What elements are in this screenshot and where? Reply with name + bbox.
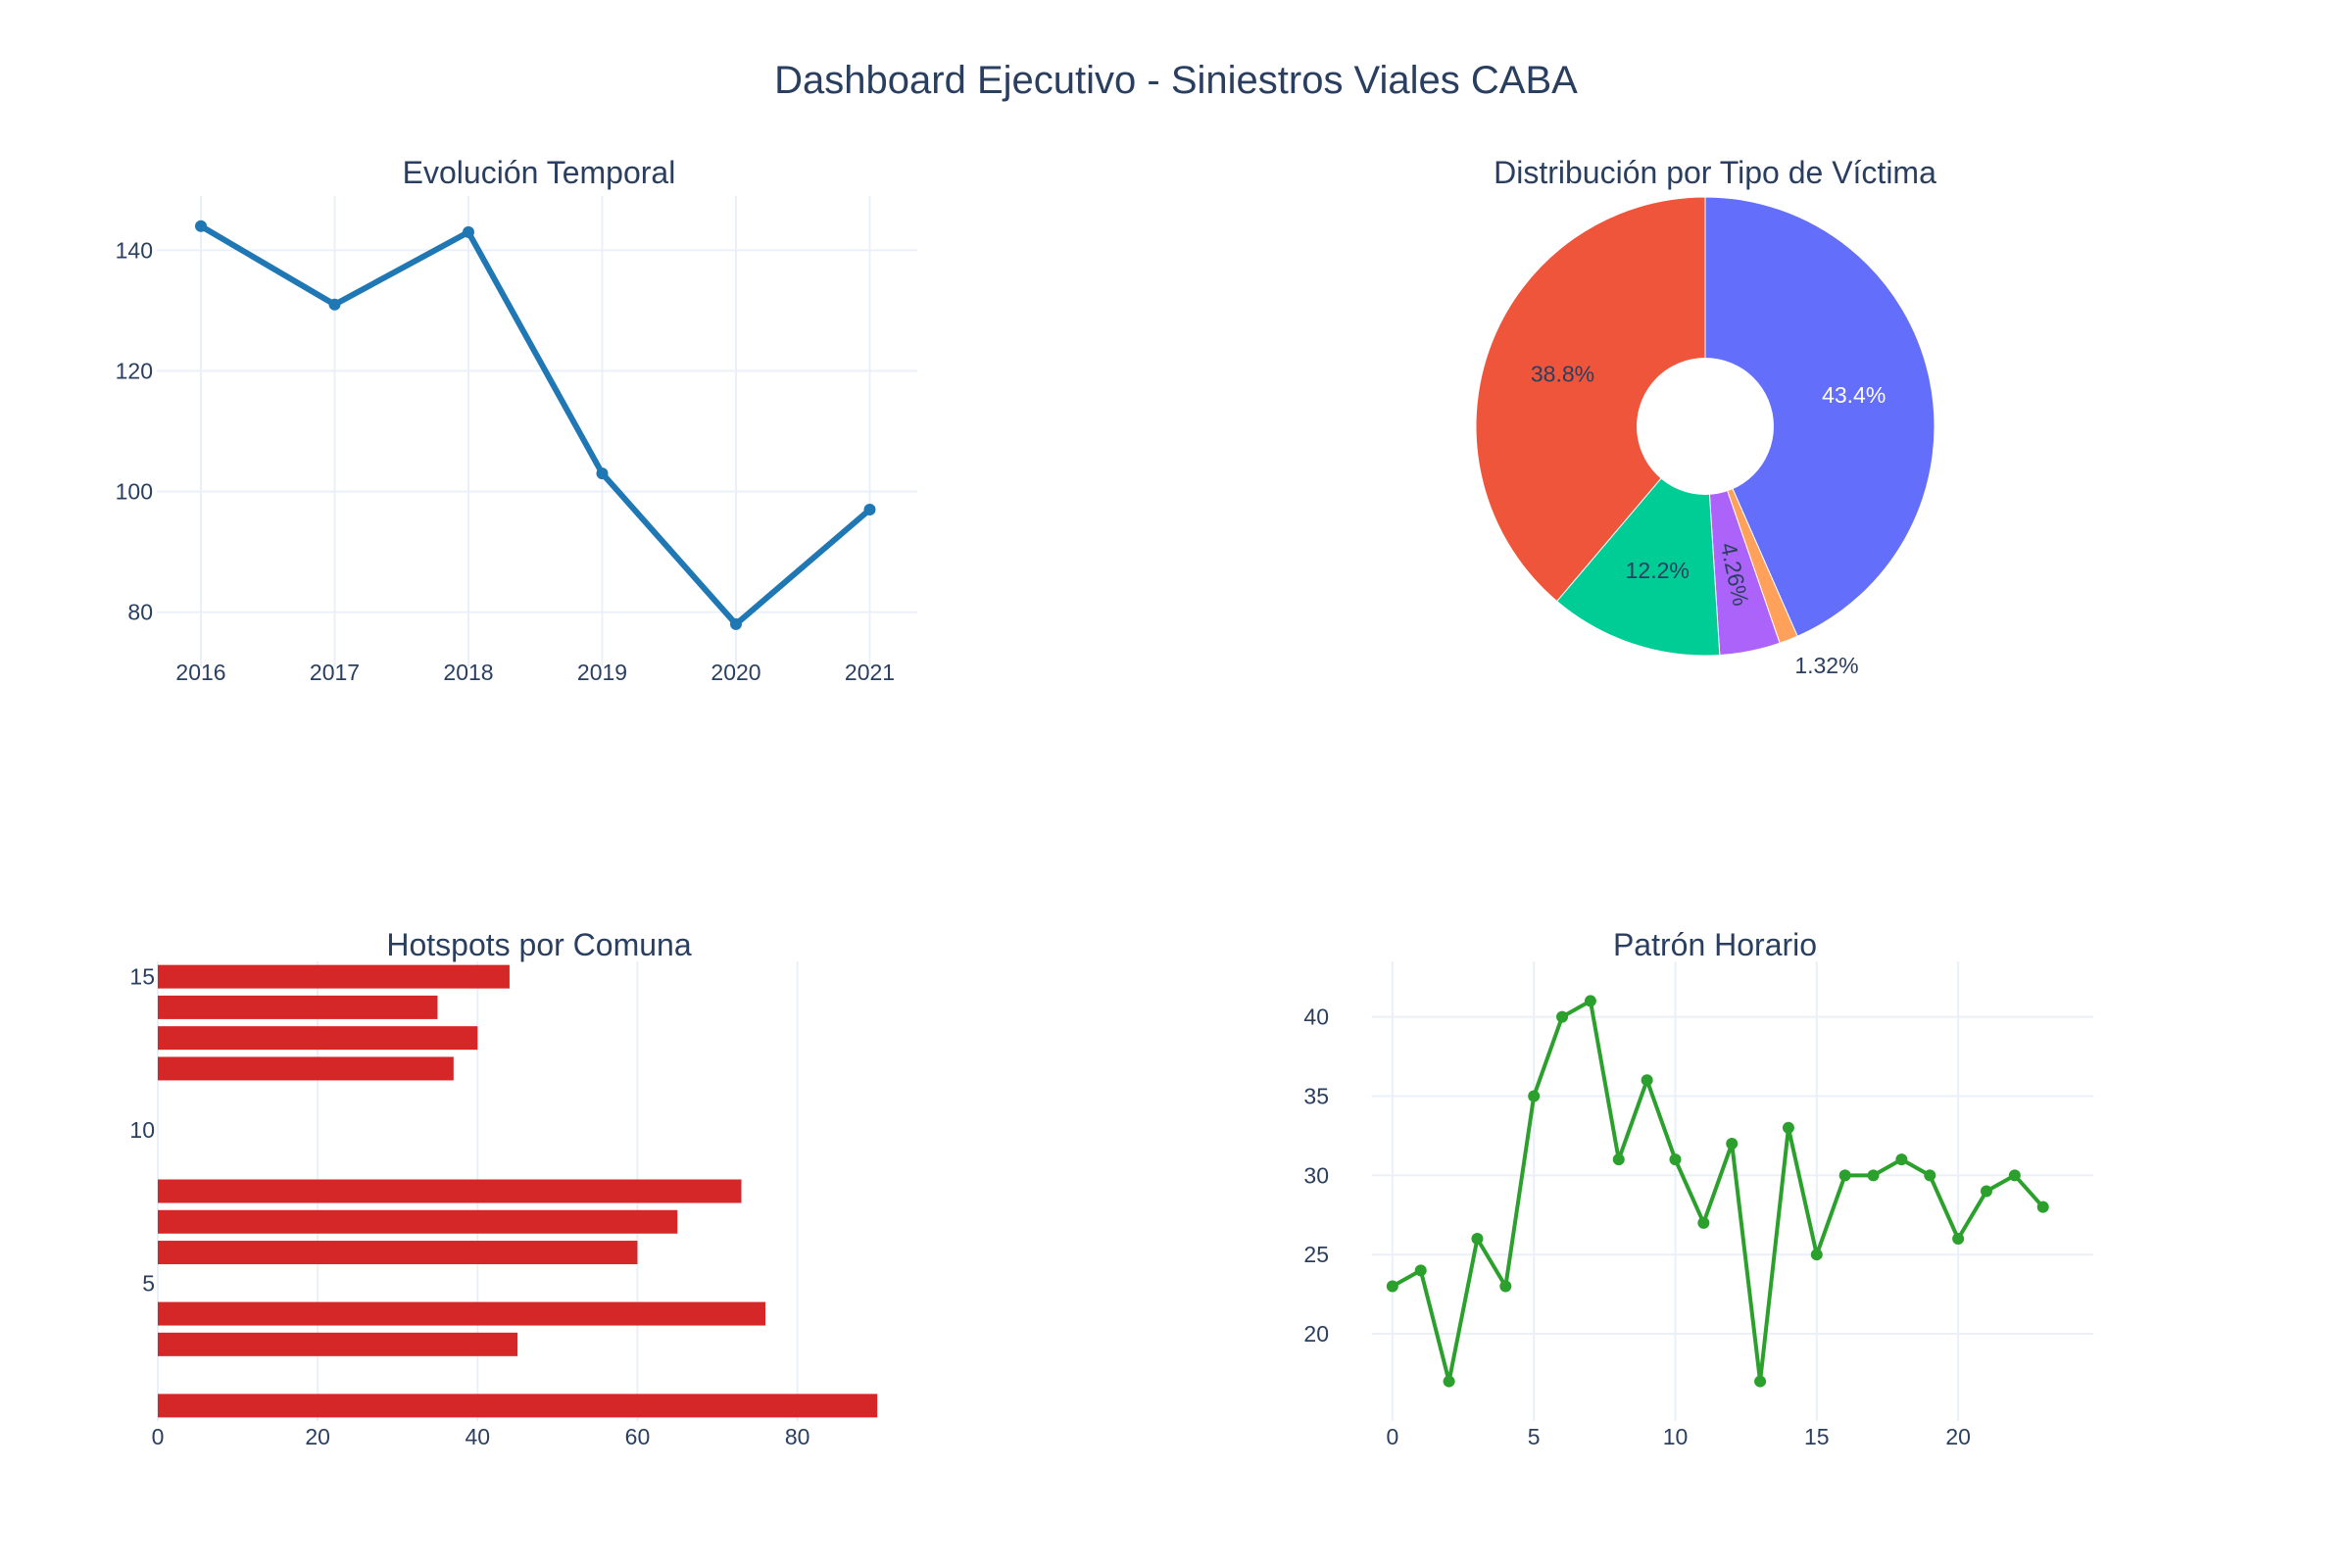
data-point	[1924, 1169, 1936, 1182]
data-point	[1952, 1233, 1965, 1246]
comuna-bar	[158, 964, 510, 989]
x-tick-label: 15	[1804, 1424, 1830, 1449]
comuna-bar	[158, 1332, 518, 1356]
temporal-line-chart: 80 100 120 140 2016 2017 2018 2019 2020 2021	[116, 196, 917, 685]
data-point	[1386, 1280, 1398, 1293]
x-tick-label: 2016	[175, 660, 225, 685]
comuna-bar	[158, 1394, 878, 1418]
x-tick-label: 2019	[577, 660, 627, 685]
x-tick-label: 20	[1945, 1424, 1971, 1449]
data-point	[596, 467, 609, 480]
data-point	[1697, 1216, 1710, 1229]
data-point	[1641, 1074, 1653, 1087]
data-point	[1867, 1169, 1880, 1182]
comuna-bar	[158, 1056, 454, 1081]
comuna-bar	[158, 1026, 478, 1051]
y-tick-label: 15	[129, 964, 155, 990]
data-point	[863, 504, 876, 515]
data-point	[1528, 1090, 1541, 1102]
data-point	[1726, 1137, 1739, 1150]
data-point	[1584, 995, 1596, 1007]
y-tick-label: 35	[1303, 1083, 1329, 1108]
data-point	[1895, 1153, 1908, 1166]
x-tick-label: 20	[305, 1424, 330, 1449]
x-tick-label: 80	[785, 1424, 810, 1449]
data-point	[1782, 1121, 1794, 1134]
comuna-bar	[158, 1179, 742, 1203]
comuna-bar	[158, 1301, 765, 1326]
y-tick-label: 80	[127, 600, 153, 625]
x-tick-label: 2017	[310, 660, 360, 685]
data-point	[1669, 1153, 1682, 1166]
series-line	[1391, 999, 2045, 1384]
comuna-bar	[158, 995, 438, 1019]
slice-label: 43.4%	[1822, 382, 1886, 408]
x-tick-label: 5	[1528, 1424, 1541, 1449]
x-tick-label: 2021	[845, 660, 895, 685]
data-point	[1471, 1233, 1484, 1246]
y-tick-label: 20	[1303, 1321, 1329, 1347]
data-point	[1980, 1185, 1992, 1198]
data-point	[730, 617, 742, 630]
y-tick-label: 25	[1303, 1242, 1329, 1267]
x-tick-label: 10	[1663, 1424, 1689, 1449]
y-tick-label: 5	[142, 1270, 155, 1296]
x-tick-label: 60	[625, 1424, 651, 1449]
data-point	[1556, 1010, 1569, 1023]
comuna-bar-chart: 0 20 40 60 80 5 10 15	[129, 961, 878, 1449]
series-line	[199, 223, 872, 627]
data-point	[1443, 1375, 1455, 1388]
data-point	[195, 220, 207, 232]
x-tick-label: 0	[152, 1424, 165, 1449]
y-tick-label: 140	[116, 237, 153, 263]
y-tick-label: 120	[116, 358, 153, 383]
data-point	[2008, 1169, 2021, 1182]
dashboard-canvas: 801001201402016 2017 2018 2019 2020 2021 43.4…	[116, 196, 2093, 1449]
comuna-bar	[158, 1241, 638, 1265]
comuna-bar	[158, 1209, 678, 1234]
x-tick-label: 0	[1386, 1424, 1398, 1449]
x-tick-label: 2020	[710, 660, 760, 685]
hourly-line-chart: 20 25 30 35 40 0 5 10 15 20	[1303, 961, 2093, 1449]
x-tick-label: 2018	[443, 660, 493, 685]
data-point	[463, 225, 474, 238]
data-point	[1754, 1375, 1767, 1388]
data-point	[1612, 1153, 1625, 1166]
data-point	[1838, 1169, 1851, 1182]
y-tick-label: 10	[129, 1117, 155, 1143]
y-tick-label: 30	[1303, 1162, 1329, 1188]
y-tick-label: 40	[1303, 1004, 1329, 1030]
data-point	[328, 298, 341, 311]
victim-donut-chart: 43.4%1.32%4.26%12.2%38.8%	[1475, 196, 1936, 678]
data-point	[1499, 1280, 1512, 1293]
slice-label: 12.2%	[1626, 558, 1690, 583]
x-tick-label: 40	[466, 1424, 491, 1449]
slice-label: 1.32%	[1794, 653, 1858, 678]
donut-hole	[1637, 358, 1774, 495]
data-point	[2036, 1200, 2049, 1213]
data-point	[1414, 1264, 1427, 1277]
data-point	[1810, 1249, 1823, 1261]
slice-label: 38.8%	[1531, 362, 1594, 387]
y-tick-label: 100	[116, 479, 153, 505]
